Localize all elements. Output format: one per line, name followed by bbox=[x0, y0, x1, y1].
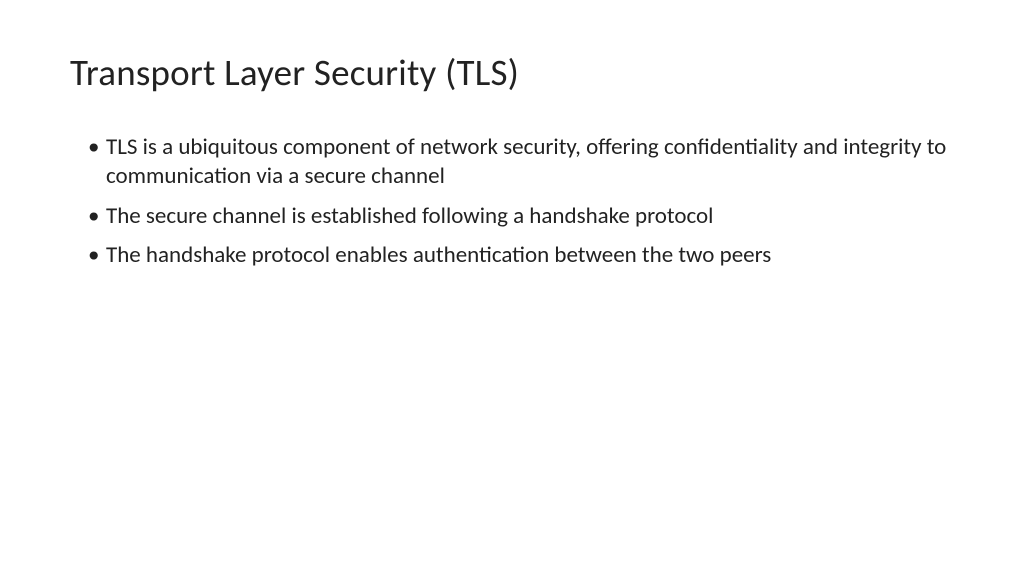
slide-title: Transport Layer Security (TLS) bbox=[70, 50, 954, 95]
list-item: TLS is a ubiquitous component of network… bbox=[88, 133, 954, 192]
list-item: The handshake protocol enables authentic… bbox=[88, 241, 954, 270]
list-item: The secure channel is established follow… bbox=[88, 202, 954, 231]
bullet-list: TLS is a ubiquitous component of network… bbox=[70, 133, 954, 271]
